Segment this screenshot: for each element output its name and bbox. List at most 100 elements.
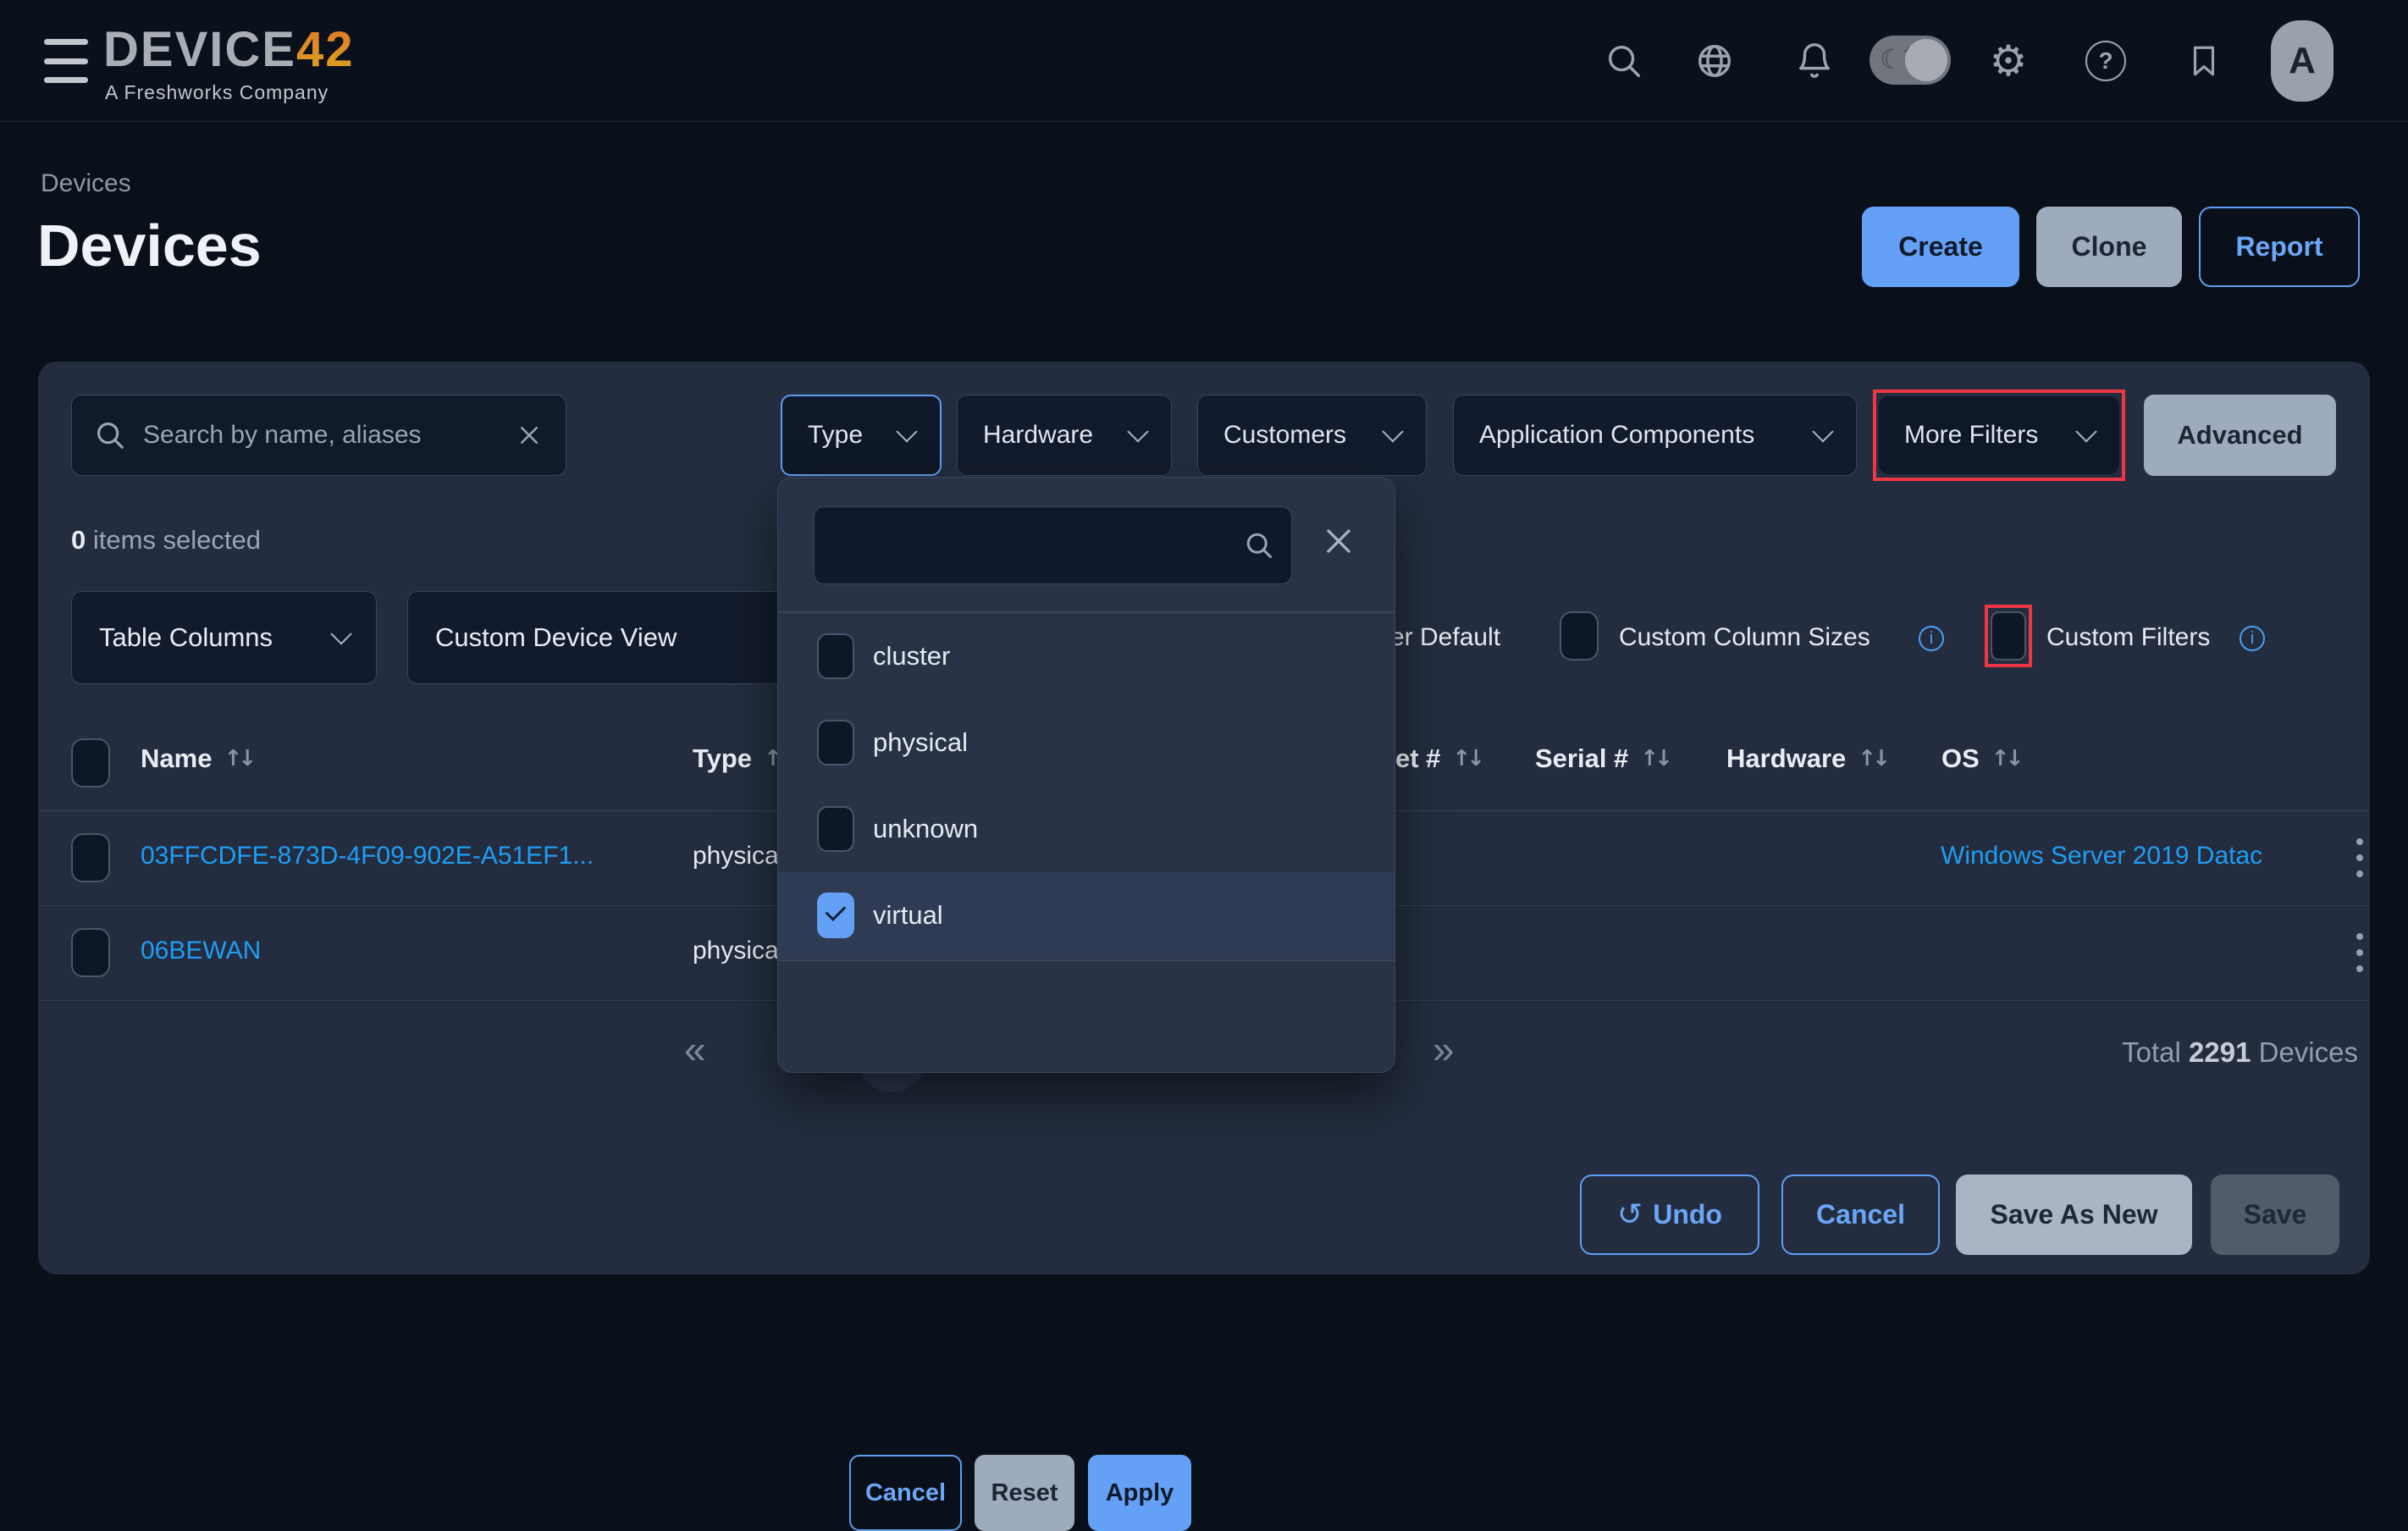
dropdown-cancel-button[interactable]: Cancel (849, 1455, 962, 1531)
clear-search-icon[interactable] (516, 423, 542, 448)
dropdown-search (814, 506, 1292, 584)
sort-icon: ↑↓ (1452, 746, 1481, 771)
more-filters-label: More Filters (1904, 421, 2038, 450)
advanced-button[interactable]: Advanced (2144, 395, 2336, 476)
row-actions-kebab-icon[interactable] (2343, 838, 2377, 877)
option-checkbox[interactable] (817, 806, 854, 852)
custom-device-view-label: Custom Device View (435, 622, 677, 653)
option-checkbox[interactable] (817, 633, 854, 679)
search-input[interactable] (141, 420, 516, 450)
bookmark-icon[interactable] (2183, 40, 2225, 82)
option-physical[interactable]: physical (778, 699, 1395, 786)
search-icon[interactable] (1603, 40, 1645, 82)
top-navbar: DEVICE42 A Freshworks Company ☾ ⚙ ? A (0, 0, 2408, 122)
filter-type-dropdown[interactable]: Type (781, 395, 942, 476)
save-button[interactable]: Save (2211, 1175, 2339, 1255)
chevron-down-icon (330, 623, 351, 644)
sort-icon: ↑↓ (1991, 746, 2020, 771)
moon-icon: ☾ (1880, 43, 1904, 75)
device-name-link[interactable]: 03FFCDFE-873D-4F09-902E-A51EF1... (141, 842, 594, 871)
table-columns-dropdown[interactable]: Table Columns (71, 591, 377, 684)
row-checkbox[interactable] (71, 928, 110, 977)
filter-application-components-label: Application Components (1479, 421, 1754, 450)
option-cluster[interactable]: cluster (778, 613, 1395, 699)
total-devices: Total 2291 Devices (2122, 1036, 2358, 1069)
device42-app: DEVICE42 A Freshworks Company ☾ ⚙ ? A De… (0, 0, 2408, 1304)
option-label: cluster (873, 641, 950, 672)
option-virtual[interactable]: virtual (778, 872, 1395, 959)
sort-icon: ↑↓ (1640, 746, 1669, 771)
column-header-asset[interactable]: et #↑↓ (1395, 743, 1481, 774)
dropdown-apply-button[interactable]: Apply (1088, 1455, 1191, 1531)
custom-filters-info-icon[interactable]: i (2240, 626, 2265, 651)
select-all-checkbox[interactable] (71, 738, 110, 788)
custom-column-sizes-label: Custom Column Sizes (1619, 623, 1870, 652)
page-title: Devices (37, 212, 262, 279)
help-icon[interactable]: ? (2085, 40, 2127, 82)
column-header-name[interactable]: Name↑↓ (141, 743, 252, 774)
filter-customers-dropdown[interactable]: Customers (1197, 395, 1427, 476)
breadcrumb[interactable]: Devices (41, 169, 131, 198)
divider (778, 959, 1395, 961)
device42-logo[interactable]: DEVICE42 (103, 25, 354, 75)
column-header-os[interactable]: OS↑↓ (1941, 743, 2019, 774)
sort-icon: ↑↓ (1858, 746, 1886, 771)
logo-subtitle: A Freshworks Company (105, 81, 329, 104)
pagination-next[interactable]: » (1433, 1026, 1455, 1072)
logo-text: DEVICE (103, 22, 296, 77)
save-as-new-button[interactable]: Save As New (1956, 1175, 2192, 1255)
avatar[interactable]: A (2271, 20, 2333, 102)
logo-number: 42 (296, 22, 355, 77)
filter-application-components-dropdown[interactable]: Application Components (1453, 395, 1857, 476)
dropdown-close-icon[interactable] (1315, 517, 1362, 565)
report-button[interactable]: Report (2199, 207, 2360, 287)
table-columns-label: Table Columns (99, 622, 273, 653)
custom-column-sizes-info-icon[interactable]: i (1919, 626, 1944, 651)
more-filters-annotation-box: More Filters (1873, 390, 2125, 481)
clone-button[interactable]: Clone (2036, 207, 2182, 287)
custom-filters-checkbox[interactable] (1991, 611, 2026, 660)
search-icon (94, 419, 126, 451)
bell-icon[interactable] (1793, 40, 1836, 82)
custom-filters-annotation-box (1985, 605, 2032, 667)
option-checkbox[interactable] (817, 720, 854, 766)
row-actions-kebab-icon[interactable] (2343, 933, 2377, 972)
option-checkbox[interactable] (817, 893, 854, 938)
option-unknown[interactable]: unknown (778, 786, 1395, 872)
filter-more-filters-dropdown[interactable]: More Filters (1879, 396, 2119, 474)
sort-icon: ↑↓ (224, 746, 252, 771)
type-filter-dropdown-panel: cluster physical unknown virtual Cancel … (777, 477, 1395, 1073)
option-label: unknown (873, 814, 978, 844)
filter-hardware-dropdown[interactable]: Hardware (957, 395, 1172, 476)
filter-hardware-label: Hardware (983, 421, 1093, 450)
globe-icon[interactable] (1693, 40, 1736, 82)
theme-toggle[interactable]: ☾ (1870, 36, 1951, 85)
custom-column-sizes-checkbox[interactable] (1560, 611, 1599, 660)
cancel-button[interactable]: Cancel (1781, 1175, 1940, 1255)
dropdown-reset-button[interactable]: Reset (975, 1455, 1074, 1531)
device-name-link[interactable]: 06BEWAN (141, 937, 261, 965)
filter-customers-label: Customers (1223, 421, 1346, 450)
column-header-serial[interactable]: Serial #↑↓ (1535, 743, 1669, 774)
pagination-prev[interactable]: « (684, 1026, 706, 1072)
chevron-down-icon (896, 421, 917, 442)
toggle-knob (1905, 39, 1947, 81)
device-os-link[interactable]: Windows Server 2019 Datac (1941, 842, 2279, 871)
gear-icon[interactable]: ⚙ (1987, 40, 2030, 82)
search-icon (1244, 530, 1274, 561)
column-header-hardware[interactable]: Hardware↑↓ (1726, 743, 1886, 774)
device-type-cell: physical (693, 937, 784, 965)
row-checkbox[interactable] (71, 833, 110, 882)
undo-icon: ↺ (1617, 1197, 1643, 1232)
create-button[interactable]: Create (1862, 207, 2019, 287)
undo-button[interactable]: ↺Undo (1580, 1175, 1759, 1255)
chevron-down-icon (1127, 421, 1148, 442)
custom-filters-label: Custom Filters (2046, 623, 2210, 652)
dropdown-search-input[interactable] (835, 530, 1232, 561)
device-search (71, 395, 566, 476)
device-type-cell: physical (693, 842, 784, 871)
items-selected-count: 0 items selected (71, 525, 261, 555)
hamburger-menu-icon[interactable] (44, 39, 88, 83)
filter-type-label: Type (808, 421, 863, 450)
chevron-down-icon (2075, 421, 2096, 442)
